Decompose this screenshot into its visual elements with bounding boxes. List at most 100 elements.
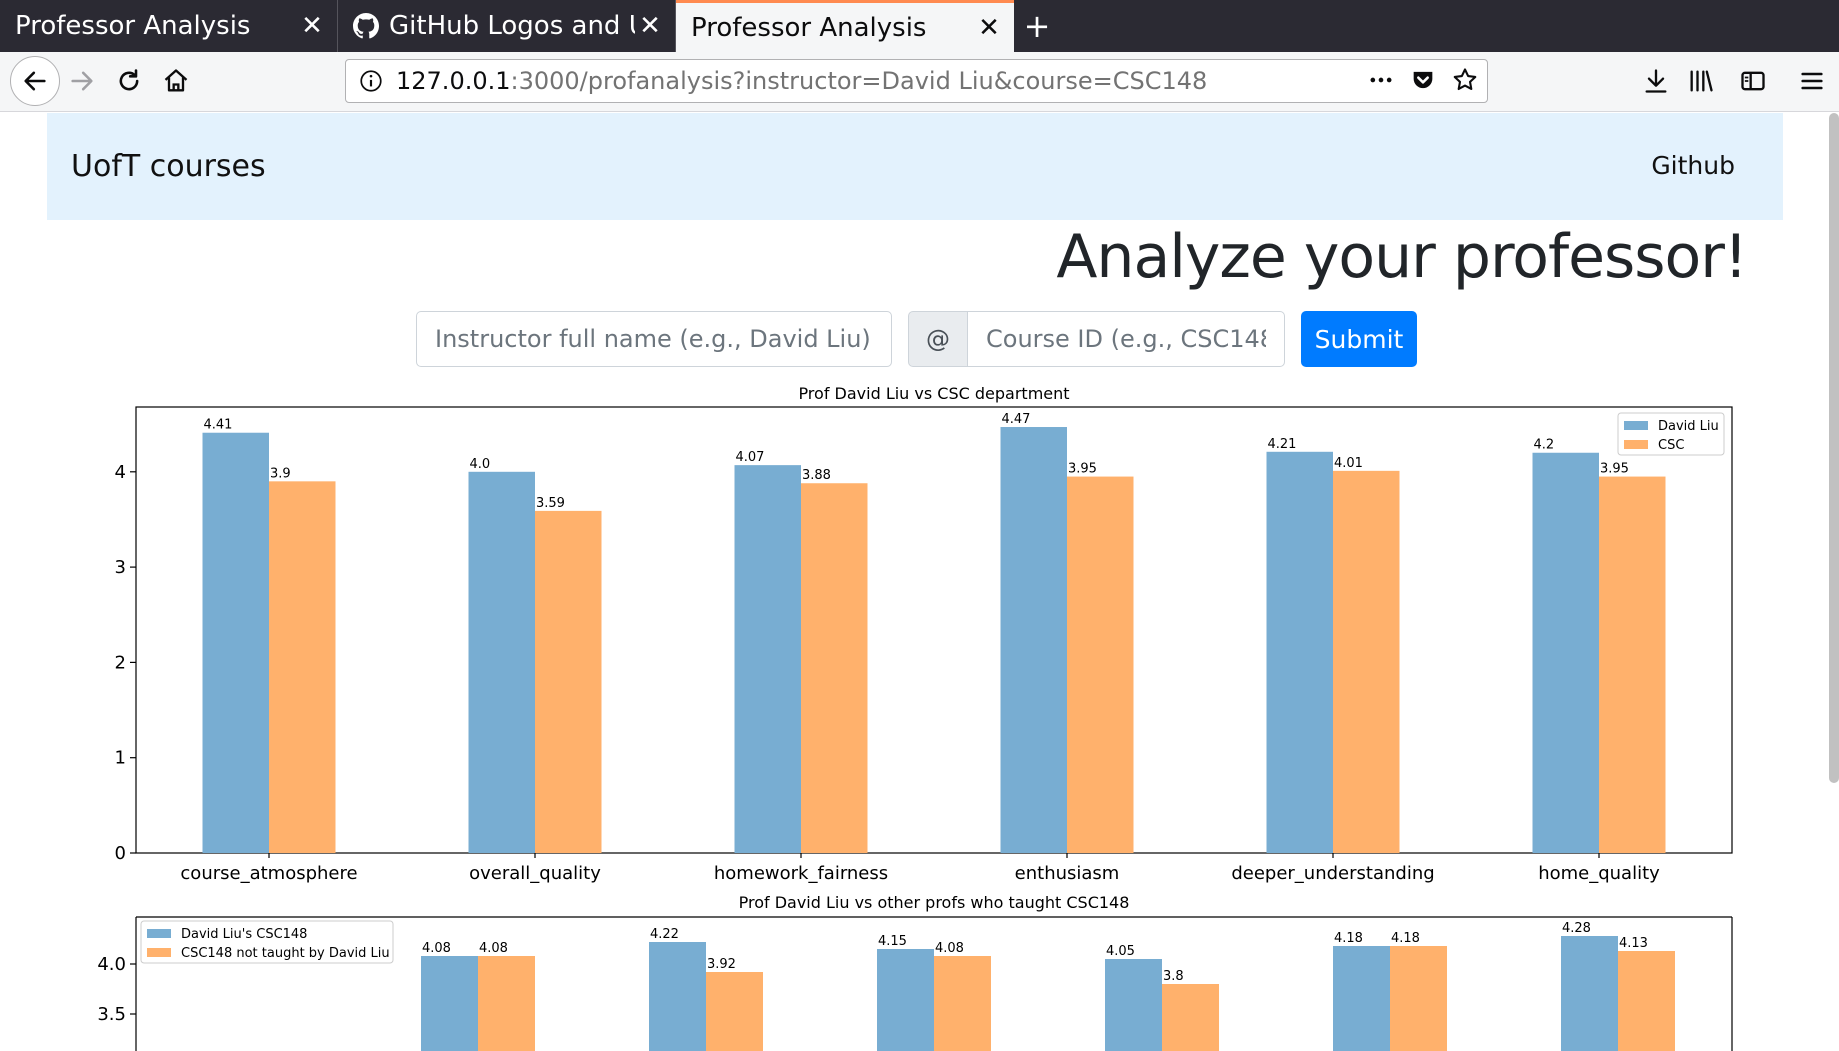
url-host: 127.0.0.1 <box>396 67 511 95</box>
bar-value-label: 3.88 <box>802 468 831 483</box>
bar <box>421 956 478 1051</box>
sidebar-button[interactable] <box>1733 61 1773 101</box>
browser-toolbar: 127.0.0.1:3000/profanalysis?instructor=D… <box>0 52 1839 112</box>
submit-button[interactable]: Submit <box>1301 311 1417 367</box>
bar <box>269 481 336 853</box>
instructor-input[interactable] <box>416 311 892 367</box>
page-scrollbar[interactable] <box>1829 113 1839 783</box>
library-button[interactable] <box>1681 61 1721 101</box>
back-button[interactable] <box>10 56 60 106</box>
bar-value-label: 4.22 <box>650 927 679 942</box>
bar <box>1333 946 1390 1051</box>
bar-value-label: 4.15 <box>878 934 907 949</box>
downloads-button[interactable] <box>1636 61 1676 101</box>
course-input[interactable] <box>967 311 1285 367</box>
bar-value-label: 4.47 <box>1002 412 1031 427</box>
bar-value-label: 4.08 <box>479 941 508 956</box>
more-actions-icon[interactable] <box>1367 66 1395 94</box>
x-tick-label: home_quality <box>1538 863 1660 884</box>
pocket-icon[interactable] <box>1409 66 1437 94</box>
bar-value-label: 4.13 <box>1619 936 1648 951</box>
y-tick-label: 3.5 <box>97 1004 126 1025</box>
bar-value-label: 4.2 <box>1534 438 1555 453</box>
y-tick-label: 2 <box>115 652 126 673</box>
new-tab-button[interactable]: + <box>1014 0 1060 52</box>
bar <box>1333 470 1400 853</box>
chart-prof-vs-other-profs: Prof David Liu vs other profs who taught… <box>97 893 1733 1051</box>
site-brand[interactable]: UofT courses <box>71 149 266 184</box>
bar <box>202 432 269 853</box>
bar-value-label: 3.95 <box>1600 462 1629 477</box>
reload-icon <box>119 69 139 91</box>
reload-button[interactable] <box>109 61 149 101</box>
chart-prof-vs-department: Prof David Liu vs CSC department 0 1 2 3 4 4.4… <box>115 384 1733 884</box>
bar-value-label: 4.0 <box>470 457 491 472</box>
bar-value-label: 3.8 <box>1163 969 1184 984</box>
bar-value-label: 4.41 <box>204 418 233 433</box>
tab-professor-analysis-active[interactable]: Professor Analysis ✕ <box>676 0 1014 52</box>
tab-strip: Professor Analysis ✕ GitHub Logos and Us… <box>0 0 1839 52</box>
tab-github-logos[interactable]: GitHub Logos and Usage ✕ <box>338 0 676 52</box>
legend-swatch <box>147 929 171 938</box>
bar-value-label: 3.92 <box>707 957 736 972</box>
close-icon[interactable]: ✕ <box>297 11 327 41</box>
x-tick-label: deeper_understanding <box>1231 863 1434 884</box>
bar <box>1067 476 1134 853</box>
bar <box>877 949 934 1051</box>
at-addon: @ <box>908 311 968 367</box>
bar <box>478 956 535 1051</box>
library-icon <box>1690 70 1713 92</box>
forward-button[interactable] <box>62 61 102 101</box>
close-icon[interactable]: ✕ <box>974 13 1004 43</box>
close-icon[interactable]: ✕ <box>635 11 665 41</box>
github-icon <box>353 13 379 39</box>
page-title: Analyze your professor! <box>1056 222 1748 292</box>
bar <box>1532 452 1599 853</box>
legend-label: David Liu's CSC148 <box>181 927 307 942</box>
bar <box>535 510 602 853</box>
bar <box>801 483 868 853</box>
site-navbar: UofT courses Github <box>47 113 1783 220</box>
url-bar[interactable]: 127.0.0.1:3000/profanalysis?instructor=D… <box>345 59 1488 103</box>
tab-title: Professor Analysis <box>15 11 251 41</box>
x-tick-label: enthusiasm <box>1015 863 1120 884</box>
tab-title: Professor Analysis <box>691 12 927 43</box>
legend-swatch <box>1624 421 1648 430</box>
github-link[interactable]: Github <box>1651 151 1735 180</box>
legend-label: CSC148 not taught by David Liu <box>181 946 390 961</box>
menu-button[interactable] <box>1792 61 1832 101</box>
url-actions <box>1367 66 1479 94</box>
bookmark-star-icon[interactable] <box>1451 66 1479 94</box>
bar <box>734 465 801 853</box>
info-icon[interactable] <box>358 68 384 94</box>
home-icon <box>164 69 188 92</box>
bar-value-label: 3.95 <box>1068 462 1097 477</box>
bar <box>1105 959 1162 1051</box>
y-tick-label: 4 <box>115 462 126 483</box>
sidebar-icon <box>1741 71 1765 91</box>
forward-arrow-icon <box>71 71 93 91</box>
bar-value-label: 4.08 <box>422 941 451 956</box>
bar <box>1000 427 1067 853</box>
bar-value-label: 4.08 <box>935 941 964 956</box>
home-button[interactable] <box>156 61 196 101</box>
bar-value-label: 4.21 <box>1268 437 1297 452</box>
x-tick-label: course_atmosphere <box>180 863 357 884</box>
bar <box>1390 946 1447 1051</box>
tab-professor-analysis-1[interactable]: Professor Analysis ✕ <box>0 0 338 52</box>
tab-title: GitHub Logos and Usage <box>389 11 635 41</box>
bar <box>1561 936 1618 1051</box>
bar-value-label: 4.18 <box>1334 931 1363 946</box>
hamburger-menu-icon <box>1801 72 1823 90</box>
y-tick-label: 1 <box>115 748 126 769</box>
bar-value-label: 4.18 <box>1391 931 1420 946</box>
plot-frame <box>135 406 1733 854</box>
y-tick-label: 4.0 <box>97 954 126 975</box>
bar-value-label: 4.28 <box>1562 921 1591 936</box>
chart-title: Prof David Liu vs other profs who taught… <box>739 893 1130 912</box>
bar <box>1266 451 1333 853</box>
url-path: :3000/profanalysis?instructor=David Liu&… <box>510 67 1208 95</box>
bar <box>468 471 535 853</box>
y-tick-label: 3 <box>115 557 126 578</box>
bar-value-label: 4.05 <box>1106 944 1135 959</box>
